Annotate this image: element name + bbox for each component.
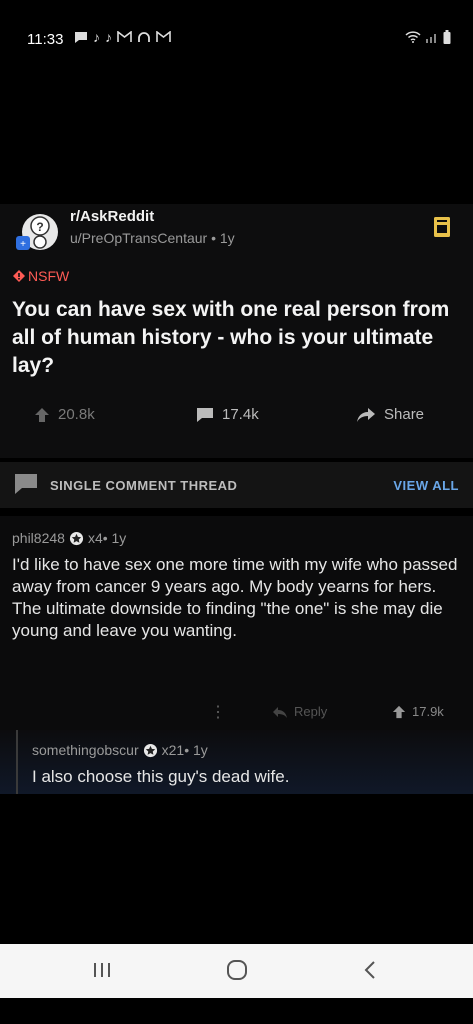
headset-icon <box>138 31 150 42</box>
comment-count: 17.4k <box>222 406 259 423</box>
comment-bubble-icon <box>15 474 37 494</box>
award-icon[interactable] <box>143 743 158 758</box>
gmail-icon <box>117 31 132 42</box>
signal-icon <box>426 34 436 43</box>
comment-meta: phil8248 x4• 1y <box>12 530 126 546</box>
comment-bubble-icon <box>197 407 213 422</box>
svg-text:+: + <box>20 239 26 250</box>
thread-indent-line <box>16 730 18 794</box>
back-icon[interactable] <box>362 958 378 982</box>
view-all-button[interactable]: VIEW ALL <box>393 478 459 493</box>
post-title[interactable]: You can have sex with one real person fr… <box>12 296 452 380</box>
askreddit-avatar-icon[interactable]: ? + <box>14 210 58 254</box>
tiktok-icon: ♪ <box>105 29 112 45</box>
upvote-arrow-icon <box>35 407 49 422</box>
nsfw-label: NSFW <box>28 268 70 284</box>
upvote-count: 20.8k <box>58 406 95 423</box>
recent-apps-icon[interactable] <box>92 958 112 982</box>
reply-button[interactable]: Reply <box>272 704 327 719</box>
post-card[interactable]: ? + r/AskReddit u/PreOpTransCentaur • 1y… <box>0 204 473 458</box>
post-author-meta[interactable]: u/PreOpTransCentaur • 1y <box>70 230 235 246</box>
save-icon[interactable] <box>433 216 451 238</box>
comment-author[interactable]: phil8248 <box>12 530 65 546</box>
reply-label: Reply <box>294 704 328 719</box>
notification-icons: ♪ ♪ <box>74 29 171 45</box>
comment[interactable]: phil8248 x4• 1y I'd like to have sex one… <box>0 516 473 744</box>
system-status <box>405 30 451 44</box>
comment-author[interactable]: somethingobscur <box>32 742 139 758</box>
comment-meta: somethingobscur x21• 1y <box>32 742 208 758</box>
svg-text:?: ? <box>36 220 43 234</box>
subreddit-name[interactable]: r/AskReddit <box>70 208 154 225</box>
home-icon[interactable] <box>226 958 248 982</box>
share-button[interactable]: Share <box>356 406 424 423</box>
comment-body: I also choose this guy's dead wife. <box>32 767 290 786</box>
award-icon[interactable] <box>69 531 84 546</box>
reply-arrow-icon <box>273 706 287 718</box>
comment-actions: ⋮ Reply 17.9k <box>0 700 473 728</box>
comment-award-time: x21• 1y <box>161 742 208 758</box>
comments-button[interactable]: 17.4k <box>196 406 259 423</box>
upvote-button[interactable]: 20.8k <box>34 406 95 423</box>
status-bar: 11:33 ♪ ♪ <box>0 0 473 80</box>
share-label: Share <box>384 406 425 423</box>
reply-comment[interactable]: somethingobscur x21• 1y I also choose th… <box>0 730 473 794</box>
tiktok-icon: ♪ <box>93 29 100 45</box>
comment-award-time: x4• 1y <box>87 530 127 546</box>
chat-icon <box>75 31 87 43</box>
share-arrow-icon <box>357 407 375 422</box>
comment-upvote-count: 17.9k <box>412 704 444 719</box>
clock: 11:33 <box>27 31 64 48</box>
nsfw-diamond-icon <box>13 270 25 282</box>
thread-label: SINGLE COMMENT THREAD <box>50 478 238 493</box>
post-action-bar: 20.8k 17.4k Share <box>0 406 473 436</box>
gmail-icon <box>156 31 171 42</box>
comment-upvote-button[interactable]: 17.9k <box>392 704 444 719</box>
more-options-icon[interactable]: ⋮ <box>210 702 226 722</box>
nsfw-badge: NSFW <box>12 268 69 284</box>
comment-body: I'd like to have sex one more time with … <box>12 555 458 640</box>
battery-icon <box>443 30 451 44</box>
wifi-icon <box>405 31 421 43</box>
upvote-arrow-icon <box>392 705 406 718</box>
single-comment-thread-bar: SINGLE COMMENT THREAD VIEW ALL <box>0 462 473 508</box>
navigation-bar <box>0 944 473 998</box>
